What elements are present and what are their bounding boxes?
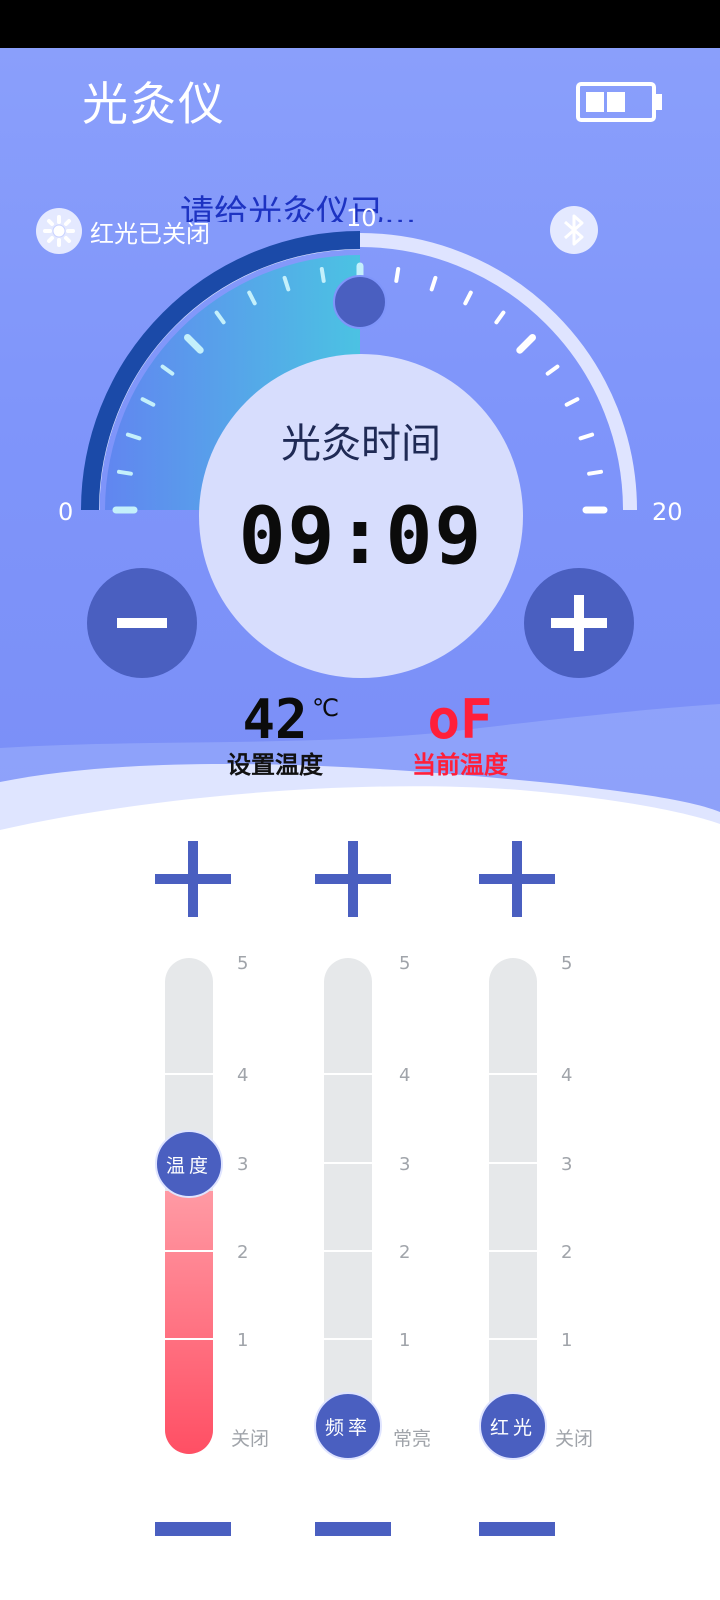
frequency-increase-button[interactable] bbox=[315, 841, 391, 917]
slider-divider bbox=[324, 1250, 372, 1252]
gauge-tick bbox=[319, 267, 326, 283]
slider-level-label: 1 bbox=[399, 1330, 411, 1351]
gauge-tick bbox=[578, 432, 595, 441]
temperature-slider-off-label: 关闭 bbox=[231, 1428, 270, 1450]
gauge-tick bbox=[463, 290, 473, 306]
temperature-slider-track[interactable] bbox=[165, 958, 213, 1454]
minus-icon bbox=[117, 618, 167, 628]
plus-icon bbox=[551, 595, 607, 651]
slider-level-label: 3 bbox=[561, 1154, 573, 1175]
slider-level-label: 3 bbox=[237, 1154, 249, 1175]
slider-level-label: 4 bbox=[237, 1065, 249, 1086]
temperature-decrease-button[interactable] bbox=[155, 1522, 231, 1536]
slider-level-label: 4 bbox=[399, 1065, 411, 1086]
gauge-tick bbox=[564, 397, 580, 407]
current-temperature: oF 当前温度 bbox=[398, 690, 522, 780]
gauge-min-label: 0 bbox=[58, 498, 74, 526]
timer-title: 光灸时间 bbox=[281, 421, 441, 467]
bluetooth-icon bbox=[564, 214, 584, 246]
red-light-increase-button[interactable] bbox=[479, 841, 555, 917]
decrease-time-button[interactable] bbox=[87, 568, 197, 678]
sun-icon bbox=[36, 208, 82, 254]
gauge-max-label: 20 bbox=[652, 498, 683, 526]
red-light-slider-knob[interactable]: 红光 bbox=[479, 1392, 547, 1460]
slider-level-label: 2 bbox=[237, 1242, 249, 1263]
slider-divider bbox=[324, 1073, 372, 1075]
frequency-slider-off-label: 常亮 bbox=[393, 1428, 432, 1450]
slider-level-label: 3 bbox=[399, 1154, 411, 1175]
temperature-slider-fill bbox=[165, 1191, 213, 1454]
gauge-knob[interactable] bbox=[333, 275, 387, 329]
temperature-slider-knob[interactable]: 温度 bbox=[155, 1130, 223, 1198]
current-temperature-label: 当前温度 bbox=[412, 751, 508, 779]
gauge-tick bbox=[587, 469, 603, 476]
frequency-slider-track[interactable] bbox=[324, 958, 372, 1454]
gauge-tick bbox=[394, 267, 401, 283]
red-light-status-text: 红光已关闭 bbox=[90, 219, 210, 248]
frequency-decrease-button[interactable] bbox=[315, 1522, 391, 1536]
slider-divider bbox=[165, 1338, 213, 1340]
gauge-mid-label: 10 bbox=[346, 204, 377, 232]
bluetooth-button[interactable] bbox=[550, 206, 598, 254]
slider-divider bbox=[165, 1073, 213, 1075]
red-light-slider-off-label: 关闭 bbox=[555, 1428, 594, 1450]
set-temperature-value: 42 bbox=[242, 688, 308, 751]
slider-level-label: 1 bbox=[237, 1330, 249, 1351]
temperature-unit: ℃ bbox=[312, 694, 339, 722]
set-temperature: 42 ℃ 设置温度 bbox=[200, 690, 350, 780]
slider-level-label: 5 bbox=[237, 953, 249, 974]
increase-time-button[interactable] bbox=[524, 568, 634, 678]
slider-divider bbox=[489, 1162, 537, 1164]
slider-divider bbox=[489, 1073, 537, 1075]
timer-value: 09:09 bbox=[238, 492, 484, 582]
current-temperature-value: oF bbox=[427, 688, 493, 751]
slider-divider bbox=[489, 1250, 537, 1252]
gauge-tick bbox=[117, 469, 133, 476]
timer-display: 光灸时间 09:09 bbox=[199, 354, 523, 678]
gauge-tick bbox=[516, 334, 536, 354]
slider-divider bbox=[324, 1338, 372, 1340]
set-temperature-label: 设置温度 bbox=[227, 751, 323, 779]
slider-level-label: 1 bbox=[561, 1330, 573, 1351]
red-light-slider-track[interactable] bbox=[489, 958, 537, 1454]
gauge-tick bbox=[494, 310, 506, 325]
slider-level-label: 5 bbox=[561, 953, 573, 974]
slider-level-label: 5 bbox=[399, 953, 411, 974]
slider-level-label: 4 bbox=[561, 1065, 573, 1086]
frequency-slider-knob[interactable]: 频率 bbox=[314, 1392, 382, 1460]
gauge-tick bbox=[545, 364, 560, 376]
slider-level-label: 2 bbox=[399, 1242, 411, 1263]
slider-level-label: 2 bbox=[561, 1242, 573, 1263]
red-light-status: 红光已关闭 bbox=[36, 208, 210, 254]
slider-divider bbox=[324, 1162, 372, 1164]
red-light-decrease-button[interactable] bbox=[479, 1522, 555, 1536]
slider-divider bbox=[489, 1338, 537, 1340]
slider-divider bbox=[165, 1250, 213, 1252]
gauge-tick bbox=[429, 275, 438, 292]
temperature-increase-button[interactable] bbox=[155, 841, 231, 917]
